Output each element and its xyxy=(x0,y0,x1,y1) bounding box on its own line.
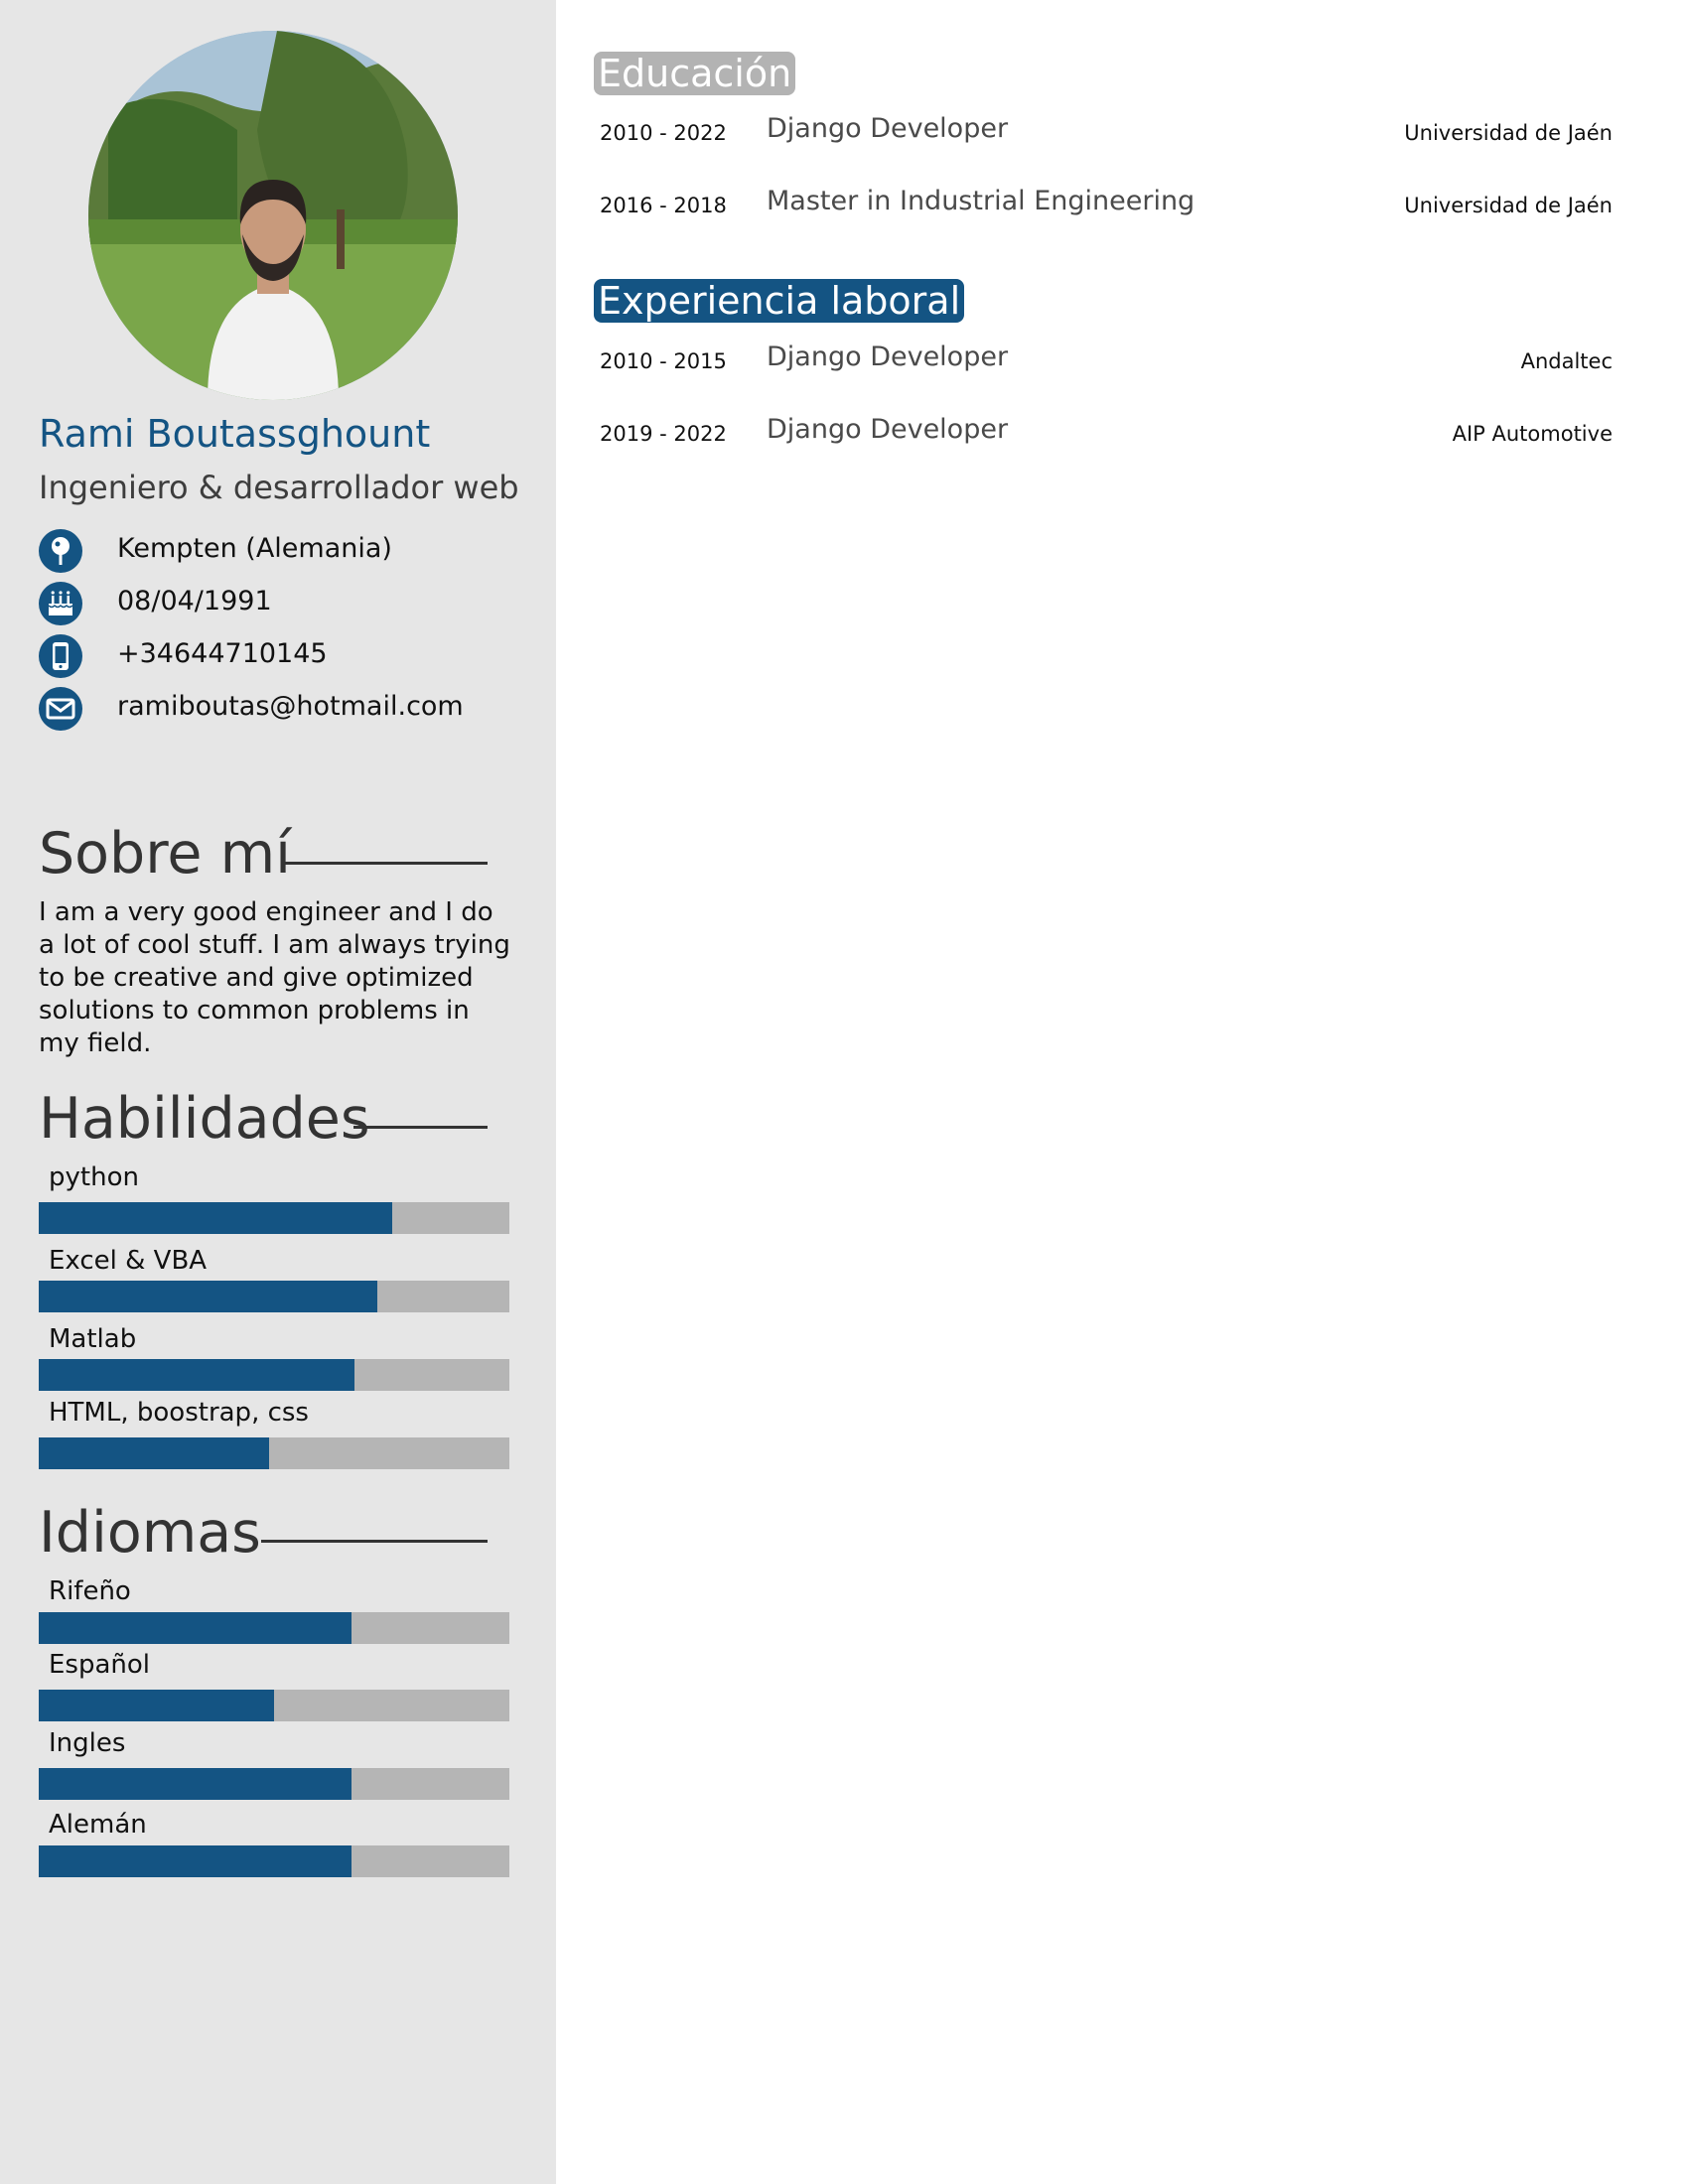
skill-bar-fill xyxy=(39,1359,354,1391)
skill-bar xyxy=(39,1359,509,1391)
language-bar-fill xyxy=(39,1768,352,1800)
language-bar xyxy=(39,1845,509,1877)
about-title-rule xyxy=(282,862,488,865)
language-bar xyxy=(39,1768,509,1800)
skills-title-rule xyxy=(353,1126,488,1129)
contact-email-text[interactable]: ramiboutas@hotmail.com xyxy=(117,691,464,722)
skill-bar xyxy=(39,1202,509,1234)
skill-bar xyxy=(39,1437,509,1469)
entry-title: Django Developer xyxy=(767,414,1009,445)
skill-bar xyxy=(39,1281,509,1312)
entry-organization: AIP Automotive xyxy=(1452,422,1613,446)
language-bar-fill xyxy=(39,1612,352,1644)
experience-heading: Experiencia laboral xyxy=(594,279,965,323)
contact-location: Kempten (Alemania) xyxy=(39,529,535,573)
about-title: Sobre mí xyxy=(39,821,291,887)
contact-email: ramiboutas@hotmail.com xyxy=(39,687,535,731)
profile-photo xyxy=(88,31,458,400)
language-bar xyxy=(39,1612,509,1644)
language-label: Ingles xyxy=(49,1728,126,1758)
education-entry: 2010 - 2022 Django Developer Universidad… xyxy=(600,113,1613,153)
skill-bar-fill xyxy=(39,1437,270,1469)
contact-birthday-text: 08/04/1991 xyxy=(117,586,272,616)
skill-bar-fill xyxy=(39,1281,378,1312)
mobile-phone-icon xyxy=(39,634,82,678)
entry-organization: Universidad de Jaén xyxy=(1404,194,1613,217)
entry-organization: Andaltec xyxy=(1520,349,1613,373)
languages-title: Idiomas xyxy=(39,1500,261,1566)
profile-role: Ingeniero & desarrollador web xyxy=(39,469,519,506)
contact-birthday: 08/04/1991 xyxy=(39,582,535,625)
language-label: Español xyxy=(49,1650,151,1680)
education-heading: Educación xyxy=(594,52,796,95)
skill-label: python xyxy=(49,1162,139,1192)
entry-years: 2010 - 2015 xyxy=(600,349,727,373)
skills-title: Habilidades xyxy=(39,1086,370,1152)
entry-title: Django Developer xyxy=(767,341,1009,372)
entry-years: 2016 - 2018 xyxy=(600,194,727,217)
skill-label: Excel & VBA xyxy=(49,1246,208,1276)
language-label: Alemán xyxy=(49,1810,147,1840)
profile-name: Rami Boutassghount xyxy=(39,412,431,456)
sidebar: Rami Boutassghount Ingeniero & desarroll… xyxy=(0,0,556,2184)
language-bar xyxy=(39,1690,509,1721)
language-label: Rifeño xyxy=(49,1576,131,1606)
contact-location-text: Kempten (Alemania) xyxy=(117,533,392,564)
skill-label: HTML, boostrap, css xyxy=(49,1398,309,1428)
about-text: I am a very good engineer and I do a lot… xyxy=(39,897,510,1058)
contact-phone-text: +34644710145 xyxy=(117,638,328,669)
experience-entry: 2019 - 2022 Django Developer AIP Automot… xyxy=(600,414,1613,454)
entry-organization: Universidad de Jaén xyxy=(1404,121,1613,145)
contact-phone: +34644710145 xyxy=(39,634,535,678)
experience-entry: 2010 - 2015 Django Developer Andaltec xyxy=(600,341,1613,381)
skill-label: Matlab xyxy=(49,1324,137,1354)
language-bar-fill xyxy=(39,1845,352,1877)
skill-bar-fill xyxy=(39,1202,392,1234)
language-bar-fill xyxy=(39,1690,274,1721)
location-pin-icon xyxy=(39,529,82,573)
languages-title-rule xyxy=(261,1540,488,1543)
birthday-cake-icon xyxy=(39,582,82,625)
education-entry: 2016 - 2018 Master in Industrial Enginee… xyxy=(600,186,1613,225)
entry-title: Django Developer xyxy=(767,113,1009,144)
entry-years: 2010 - 2022 xyxy=(600,121,727,145)
entry-years: 2019 - 2022 xyxy=(600,422,727,446)
envelope-icon xyxy=(39,687,82,731)
entry-title: Master in Industrial Engineering xyxy=(767,186,1196,216)
